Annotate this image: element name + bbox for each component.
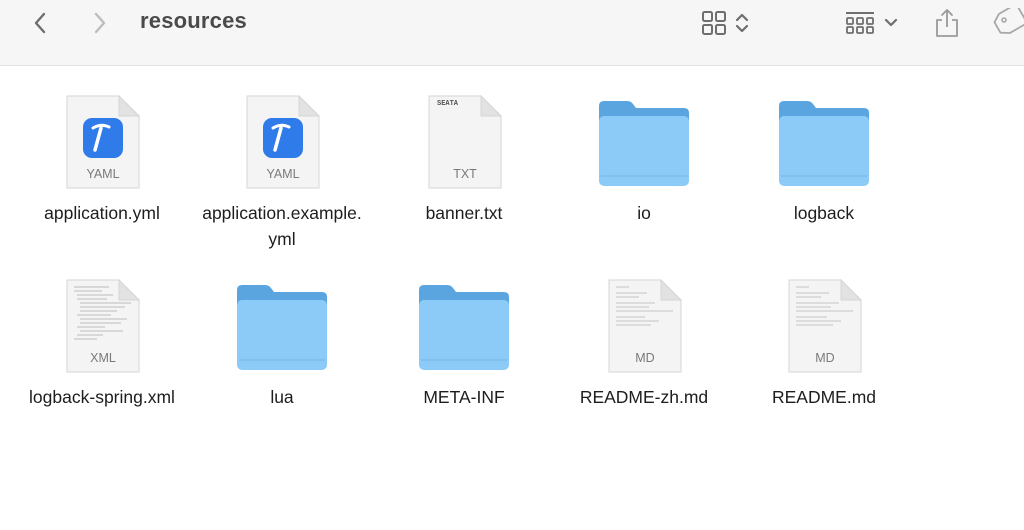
view-mode-button[interactable] [694, 0, 756, 46]
back-button[interactable] [26, 0, 54, 46]
share-button[interactable] [930, 0, 964, 46]
file-name: application.example.yml [202, 203, 362, 249]
markdown-file-icon: MD [589, 276, 699, 376]
window-title: resources [140, 8, 247, 33]
file-name: README.md [771, 387, 877, 407]
text-preview: SEATA [437, 100, 459, 108]
updown-chevron-icon [735, 13, 749, 33]
file-ext-label: XML [90, 351, 116, 365]
file-ext-label: MD [635, 351, 654, 365]
file-name: banner.txt [425, 203, 503, 223]
file-name: README-zh.md [579, 387, 709, 407]
folder-icon [589, 92, 699, 192]
folder-name: logback [793, 203, 855, 223]
folder-icon [227, 276, 337, 376]
markdown-file-icon: MD [769, 276, 879, 376]
file-grid: YAML application.yml YAML application.ex… [0, 66, 1024, 530]
file-item[interactable]: XML logback-spring.xml [12, 276, 192, 410]
folder-item[interactable]: io [554, 92, 734, 226]
icon-grid-view-icon [702, 11, 726, 35]
chevron-down-icon [884, 18, 898, 27]
chevron-right-icon [94, 12, 106, 34]
file-ext-label: TXT [453, 167, 477, 181]
group-by-icon [846, 12, 874, 34]
group-by-button[interactable] [840, 0, 902, 46]
folder-item[interactable]: META-INF [374, 276, 554, 410]
file-ext-label: YAML [86, 167, 119, 181]
file-ext-label: MD [815, 351, 834, 365]
yaml-file-icon: YAML [227, 92, 337, 192]
folder-icon [769, 92, 879, 192]
tag-button[interactable] [990, 0, 1024, 46]
file-item[interactable]: YAML application.yml [12, 92, 192, 226]
folder-name: io [637, 203, 651, 223]
file-name: application.yml [44, 203, 160, 223]
folder-name: lua [270, 387, 294, 407]
folder-name: META-INF [423, 387, 505, 407]
forward-button[interactable] [86, 0, 114, 46]
folder-item[interactable]: lua [192, 276, 372, 410]
xml-file-icon: XML [47, 276, 157, 376]
tag-icon [993, 8, 1024, 34]
file-item[interactable]: MD README-zh.md [554, 276, 734, 410]
share-icon [936, 9, 958, 37]
folder-icon [409, 276, 519, 376]
file-item[interactable]: SEATA TXT banner.txt [374, 92, 554, 226]
yaml-file-icon: YAML [47, 92, 157, 192]
file-ext-label: YAML [266, 167, 299, 181]
file-name: logback-spring.xml [29, 387, 175, 407]
chevron-left-icon [34, 12, 46, 34]
text-file-icon: SEATA TXT [409, 92, 519, 192]
file-item[interactable]: MD README.md [734, 276, 914, 410]
folder-item[interactable]: logback [734, 92, 914, 226]
finder-toolbar: resources [0, 0, 1024, 66]
file-item[interactable]: YAML application.example.yml [192, 92, 372, 252]
